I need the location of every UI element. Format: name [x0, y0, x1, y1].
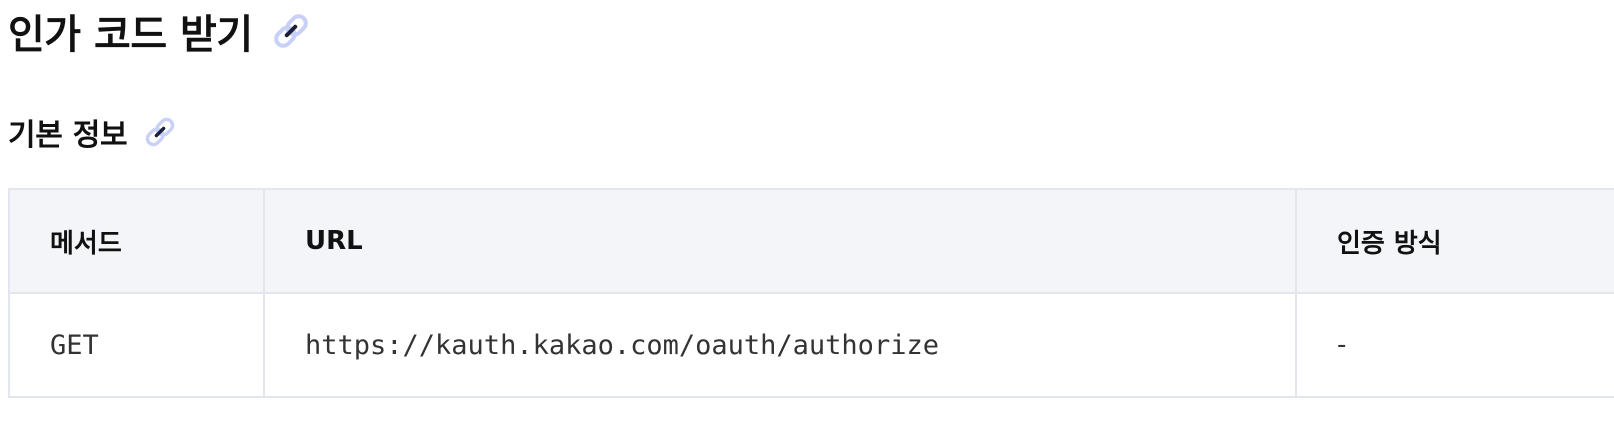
auth-cell: -: [1295, 292, 1614, 398]
section-heading: 인가 코드 받기: [8, 2, 311, 60]
basic-info-table: 메서드 URL 인증 방식 GET https://kauth.kakao.co…: [8, 188, 1614, 398]
subsection-title: 기본 정보: [8, 118, 128, 153]
method-cell: GET: [8, 292, 265, 398]
column-header-auth: 인증 방식: [1295, 188, 1614, 294]
table-header-row: 메서드 URL 인증 방식: [8, 188, 1614, 294]
basic-info-table-wrapper: 메서드 URL 인증 방식 GET https://kauth.kakao.co…: [8, 188, 1614, 398]
column-header-method: 메서드: [8, 188, 265, 294]
column-header-url: URL: [263, 188, 1297, 294]
page-title: 인가 코드 받기: [8, 12, 253, 58]
table-row: GET https://kauth.kakao.com/oauth/author…: [8, 292, 1614, 398]
link-icon[interactable]: [271, 11, 311, 51]
page: 인가 코드 받기 기본 정보 메서드 URL 인증 방식 GET https:/…: [0, 0, 1614, 422]
link-icon[interactable]: [143, 115, 177, 149]
subsection-heading: 기본 정보: [8, 110, 177, 154]
url-cell: https://kauth.kakao.com/oauth/authorize: [263, 292, 1297, 398]
